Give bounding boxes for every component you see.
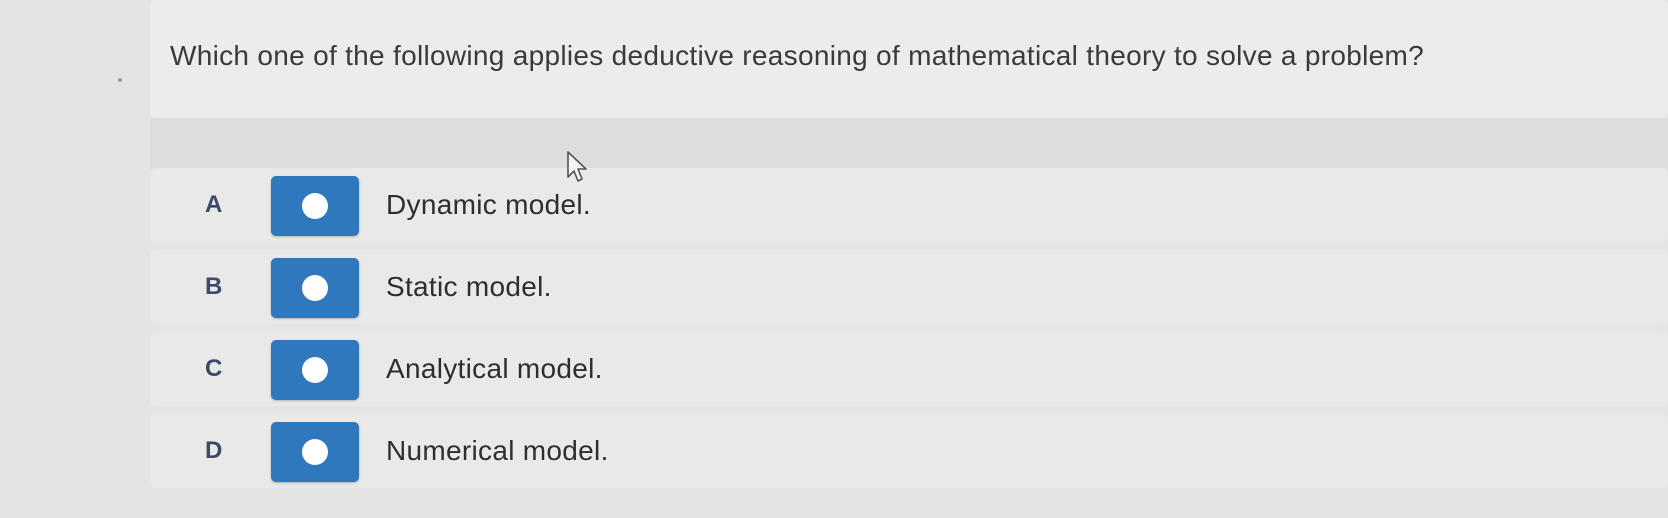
option-c-radio-button[interactable]: [271, 340, 359, 400]
option-text: Static model.: [386, 271, 552, 302]
mouse-pointer-icon: [567, 151, 587, 182]
option-row-c[interactable]: C Analytical model.: [150, 332, 1668, 406]
radio-dot-icon: [302, 357, 328, 383]
question-card: Which one of the following applies deduc…: [150, 0, 1668, 118]
option-text: Dynamic model.: [386, 189, 591, 220]
option-d-radio-button[interactable]: [271, 422, 359, 482]
radio-dot-icon: [302, 439, 328, 465]
screen-speck: [118, 78, 122, 82]
question-text: Which one of the following applies deduc…: [170, 40, 1425, 71]
option-row-a[interactable]: A Dynamic model.: [150, 168, 1668, 242]
option-text: Analytical model.: [386, 353, 603, 384]
option-text: Numerical model.: [386, 435, 609, 466]
option-b-radio-button[interactable]: [271, 258, 359, 318]
radio-dot-icon: [302, 275, 328, 301]
option-letter: B: [205, 273, 223, 300]
option-letter: C: [205, 355, 223, 382]
option-row-d[interactable]: D Numerical model.: [150, 414, 1668, 488]
radio-dot-icon: [302, 193, 328, 219]
option-a-radio-button[interactable]: [271, 176, 359, 236]
option-row-b[interactable]: B Static model.: [150, 250, 1668, 324]
option-letter: D: [205, 437, 223, 464]
option-letter: A: [205, 191, 223, 218]
